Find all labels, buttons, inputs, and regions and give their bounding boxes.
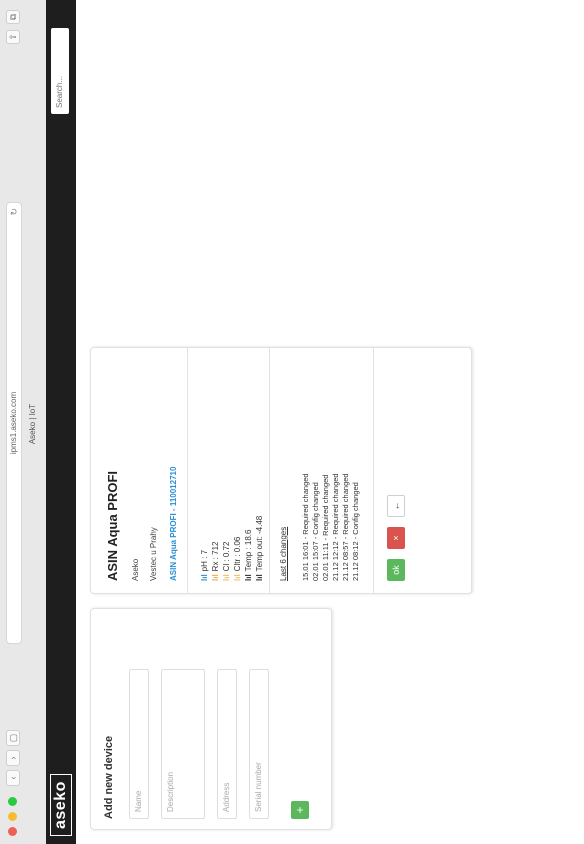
confirm-button[interactable]: ok — [387, 559, 405, 581]
reading-label: Temp out: -4.48 — [255, 515, 264, 572]
reading-label: Cl : 0.72 — [222, 541, 231, 572]
page-content: Add new device Name Description Address … — [76, 0, 584, 844]
window-controls — [8, 797, 17, 836]
minimize-window-button[interactable] — [8, 812, 17, 821]
reading-label: Temp : 18.6 — [244, 529, 253, 572]
reload-icon[interactable]: ↻ — [7, 208, 21, 216]
list-item: 02.01 11:11 - Required changed — [321, 474, 330, 581]
reading-temp-out[interactable]: lıl Temp out: -4.48 — [254, 516, 265, 581]
changes-list: 15.01 16:01 - Required changed 02.01 15:… — [301, 473, 361, 581]
device-model-link[interactable]: ASIN Aqua PROFI - 110012710 — [169, 467, 178, 581]
aseko-logo[interactable]: aseko — [50, 774, 72, 836]
delete-button[interactable]: × — [387, 527, 405, 549]
bar-chart-icon: lıl — [244, 574, 253, 581]
browser-stage: ‹ › ▢ ipms1.aseko.com ↻ Aseko | IoT ⇪ ⧉ … — [0, 0, 584, 844]
device-actions: ok × ← — [387, 495, 405, 581]
maximize-window-button[interactable] — [8, 797, 17, 806]
add-device-button[interactable]: + — [291, 801, 309, 819]
browser-nav: ‹ › ▢ — [6, 730, 20, 786]
list-item: 21.12 12:12 - Required changed — [331, 473, 340, 581]
url-text: ipms1.aseko.com — [9, 391, 18, 455]
search-input[interactable] — [51, 28, 69, 114]
readings-list: lıl pH : 7 lıl Rx : 712 lıl Cl : 0.72 lı… — [199, 516, 265, 581]
bar-chart-icon: lıl — [222, 574, 231, 581]
list-item: 21.12 08:57 - Required changed — [341, 473, 350, 581]
share-icon[interactable]: ⇪ — [6, 30, 20, 44]
bar-chart-icon: lıl — [200, 574, 209, 581]
reading-cl[interactable]: lıl Cl : 0.72 — [221, 516, 232, 581]
reading-rx[interactable]: lıl Rx : 712 — [210, 516, 221, 581]
serial-number-field[interactable]: Serial number — [249, 669, 269, 819]
list-item: 15.01 16:01 - Required changed — [301, 473, 310, 581]
close-window-button[interactable] — [8, 827, 17, 836]
last-changes-link[interactable]: Last 6 changes — [279, 527, 288, 581]
device-card: ASIN Aqua PROFI Aseko Vestec u Prahy ASI… — [90, 347, 472, 594]
reading-label: Rx : 712 — [211, 541, 220, 572]
reading-temp[interactable]: lıl Temp : 18.6 — [243, 516, 254, 581]
list-item: 02.01 15:07 - Config changed — [311, 482, 320, 581]
divider — [373, 348, 374, 593]
divider — [187, 348, 188, 593]
browser-right-controls: ⇪ ⧉ — [6, 10, 20, 44]
back-button[interactable]: ← — [387, 495, 405, 517]
app-header: aseko — [46, 0, 76, 844]
list-item: 21.12 08:12 - Config changed — [351, 482, 360, 581]
name-field[interactable]: Name — [129, 669, 149, 819]
reading-label: pH : 7 — [200, 549, 209, 572]
description-field[interactable]: Description — [161, 669, 205, 819]
tabs-icon[interactable]: ⧉ — [6, 10, 20, 24]
forward-icon[interactable]: › — [6, 750, 20, 766]
bar-chart-icon: lıl — [211, 574, 220, 581]
address-field[interactable]: Address — [217, 669, 237, 819]
reading-label: Cltr : 0.06 — [233, 536, 242, 572]
browser-chrome: ‹ › ▢ ipms1.aseko.com ↻ Aseko | IoT ⇪ ⧉ — [0, 0, 47, 844]
reading-ph[interactable]: lıl pH : 7 — [199, 516, 210, 581]
add-device-title: Add new device — [103, 735, 115, 819]
tab-title[interactable]: Aseko | IoT — [26, 204, 40, 644]
reading-cltr[interactable]: lıl Cltr : 0.06 — [232, 516, 243, 581]
back-icon[interactable]: ‹ — [6, 770, 20, 786]
add-device-card: Add new device Name Description Address … — [90, 608, 332, 830]
device-location: Vestec u Prahy — [149, 527, 158, 581]
device-name: ASIN Aqua PROFI — [105, 470, 120, 581]
bar-chart-icon: lıl — [255, 574, 264, 581]
divider — [269, 348, 270, 593]
bar-chart-icon: lıl — [233, 574, 242, 581]
device-owner: Aseko — [131, 558, 140, 581]
address-bar[interactable]: ipms1.aseko.com ↻ — [6, 202, 22, 644]
sidebar-icon[interactable]: ▢ — [6, 730, 20, 746]
